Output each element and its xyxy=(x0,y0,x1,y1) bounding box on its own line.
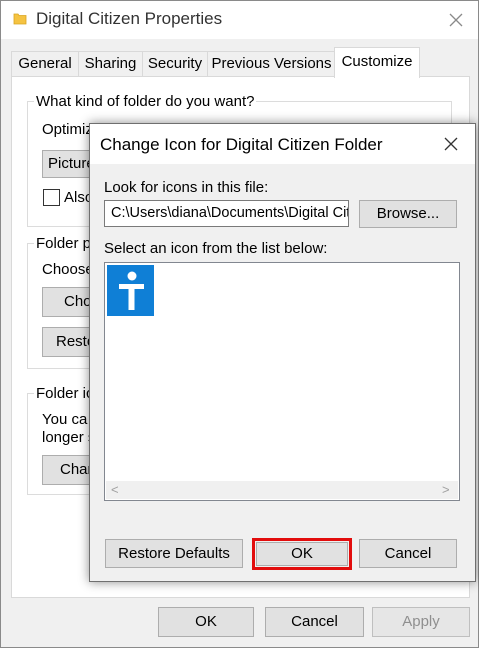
folder-icons-text-2: longer s xyxy=(42,429,96,446)
dialog-ok-button[interactable]: OK xyxy=(256,542,348,566)
close-icon[interactable] xyxy=(446,10,466,30)
icon-list[interactable]: < > xyxy=(104,262,460,501)
look-for-icons-label: Look for icons in this file: xyxy=(104,179,269,196)
folder-icons-text-1: You ca xyxy=(42,411,88,428)
also-apply-checkbox[interactable] xyxy=(43,189,60,206)
tab-customize[interactable]: Customize xyxy=(334,47,420,78)
folder-icons-label: Folder ic xyxy=(34,385,96,402)
browse-button[interactable]: Browse... xyxy=(359,200,457,228)
dialog-close-icon[interactable] xyxy=(441,134,461,154)
digital-citizen-icon xyxy=(119,271,144,310)
folder-kind-label: What kind of folder do you want? xyxy=(34,93,257,110)
dialog-title: Change Icon for Digital Citizen Folder xyxy=(100,135,383,154)
folder-icon xyxy=(13,11,27,25)
icon-list-horizontal-scrollbar[interactable]: < > xyxy=(106,481,458,499)
ok-button[interactable]: OK xyxy=(158,607,254,637)
cancel-button[interactable]: Cancel xyxy=(265,607,364,637)
choose-label: Choose xyxy=(42,261,94,278)
optimize-label: Optimiz xyxy=(42,121,93,138)
folder-pictures-label: Folder pi xyxy=(34,235,97,252)
tab-security[interactable]: Security xyxy=(142,51,208,76)
tab-sharing[interactable]: Sharing xyxy=(78,51,143,76)
scroll-left-icon[interactable]: < xyxy=(111,482,119,497)
icon-file-path-input[interactable]: C:\Users\diana\Documents\Digital Cit xyxy=(104,200,349,227)
restore-defaults-button[interactable]: Restore Defaults xyxy=(105,539,243,568)
change-icon-dialog: Change Icon for Digital Citizen Folder L… xyxy=(89,123,476,582)
tab-general[interactable]: General xyxy=(11,51,79,76)
tab-previous-versions[interactable]: Previous Versions xyxy=(207,51,336,76)
window-title: Digital Citizen Properties xyxy=(36,9,223,28)
icon-list-item[interactable] xyxy=(107,265,154,316)
dialog-cancel-button[interactable]: Cancel xyxy=(359,539,457,568)
scroll-right-icon[interactable]: > xyxy=(442,482,450,497)
select-icon-label: Select an icon from the list below: xyxy=(104,240,328,257)
apply-button[interactable]: Apply xyxy=(372,607,470,637)
